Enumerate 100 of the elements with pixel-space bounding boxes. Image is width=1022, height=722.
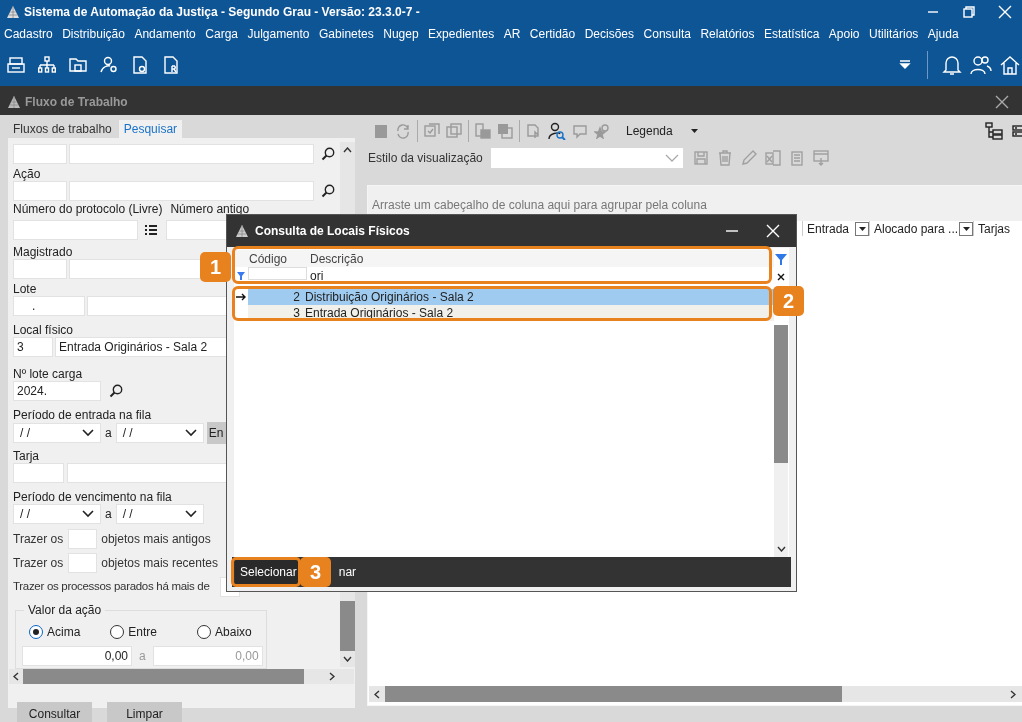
radio-option[interactable]: Abaixo: [197, 623, 252, 641]
date-dropdown[interactable]: / /: [13, 423, 101, 443]
input-field[interactable]: [13, 259, 67, 279]
date-dropdown[interactable]: / /: [115, 504, 204, 524]
menu-item[interactable]: Distribuição: [62, 25, 125, 43]
step-badge: 1: [200, 252, 231, 282]
dialog-button[interactable]: nar: [338, 563, 357, 581]
menu-item[interactable]: Carga: [205, 25, 238, 43]
column-header[interactable]: Descrição: [310, 249, 364, 268]
menu-item[interactable]: Certidão: [529, 25, 576, 43]
filter-field[interactable]: [248, 267, 307, 280]
field-label: Ação: [13, 167, 41, 181]
caret-icon[interactable]: [691, 129, 698, 133]
column-header[interactable]: Alocado para ...: [869, 221, 973, 236]
tab[interactable]: Pesquisar: [118, 120, 183, 138]
menu-item[interactable]: Cadastro: [4, 25, 53, 43]
search-icon[interactable]: [109, 384, 123, 398]
column-header[interactable]: Entrada: [802, 221, 869, 236]
document-icon[interactable]: [162, 56, 180, 74]
menu-item[interactable]: Estatística: [763, 25, 820, 43]
document-icon[interactable]: [131, 56, 149, 74]
form-button[interactable]: Consultar: [17, 702, 92, 722]
menu-item[interactable]: Consulta: [643, 25, 691, 43]
scrollbar-thumb[interactable]: [774, 325, 788, 463]
separator-label: a: [139, 648, 146, 665]
input-field[interactable]: .: [13, 296, 85, 316]
menu-item[interactable]: Utilitários: [869, 25, 919, 43]
menu-item[interactable]: AR: [503, 25, 521, 43]
star-person-icon[interactable]: [594, 123, 610, 139]
folder-icon[interactable]: [69, 56, 87, 74]
close-icon[interactable]: [995, 95, 1009, 109]
field-label: Tarja: [13, 449, 39, 463]
tab[interactable]: Fluxos de trabalho: [8, 120, 117, 138]
chevron-down-icon[interactable]: [82, 429, 94, 437]
field-label: Lote: [13, 282, 37, 296]
user-gear-icon[interactable]: [100, 56, 118, 74]
filter-field[interactable]: ori: [307, 267, 774, 285]
chevron-down-icon[interactable]: [184, 510, 197, 518]
radio-option[interactable]: Entre: [110, 623, 158, 641]
date-dropdown[interactable]: / /: [13, 504, 101, 524]
menu-item[interactable]: Julgamento: [247, 25, 310, 43]
maximize-icon[interactable]: [962, 5, 976, 19]
menu-item[interactable]: Expedientes: [428, 25, 495, 43]
user-search-icon[interactable]: [548, 122, 566, 140]
separator-label: a: [105, 425, 112, 442]
menu-item[interactable]: Gabinetes: [319, 25, 374, 43]
input-field[interactable]: [13, 181, 67, 201]
search-icon[interactable]: [321, 184, 335, 198]
list-icon[interactable]: [144, 224, 158, 236]
field-label: Trazer os: [13, 555, 64, 572]
input-field[interactable]: [69, 181, 314, 201]
form-button[interactable]: Limpar: [107, 702, 182, 722]
caret-icon[interactable]: [899, 60, 911, 70]
menu-item[interactable]: Nugep: [383, 25, 419, 43]
scrollbar-thumb[interactable]: [340, 601, 355, 651]
chevron-down-icon[interactable]: [82, 510, 94, 518]
chevron-down-icon[interactable]: [184, 429, 197, 437]
legend-dropdown[interactable]: Legenda: [626, 122, 698, 140]
clear-filter-icon[interactable]: [777, 273, 785, 281]
horizontal-scrollbar[interactable]: [369, 686, 1022, 702]
input-field[interactable]: [69, 144, 314, 164]
list-row[interactable]: 2 Distribuição Originários - Sala 2: [234, 289, 774, 305]
input-field[interactable]: [13, 463, 64, 483]
input-field[interactable]: [13, 144, 67, 164]
menu-item[interactable]: Decisões: [584, 25, 635, 43]
window-title: Sistema de Automação da Justiça - Segundo Grau - Versão: 23.3.0-7 -: [24, 4, 420, 21]
radio-option[interactable]: Acima: [29, 623, 81, 641]
scrollbar-thumb[interactable]: [385, 686, 842, 702]
input-field[interactable]: 2024.: [13, 381, 101, 401]
column-header[interactable]: Tarjas: [973, 221, 1022, 236]
input-field[interactable]: 0,00: [22, 646, 132, 666]
entrada-button[interactable]: En: [206, 422, 226, 444]
caret-icon[interactable]: [858, 226, 866, 231]
hierarchy-icon[interactable]: [38, 56, 56, 74]
date-dropdown[interactable]: / /: [115, 423, 204, 443]
menu-item[interactable]: Relatórios: [700, 25, 755, 43]
menu-item[interactable]: Ajuda: [927, 25, 959, 43]
filter-icon: [237, 272, 245, 280]
vertical-scrollbar[interactable]: [774, 325, 788, 557]
input-field[interactable]: [68, 529, 98, 549]
bell-icon[interactable]: [942, 54, 962, 76]
input-field[interactable]: [13, 220, 138, 240]
home-icon[interactable]: [1000, 55, 1020, 75]
field-label: objetos mais recentes: [101, 555, 218, 572]
horizontal-scrollbar[interactable]: [9, 669, 354, 684]
dialog-title: Consulta de Locais Físicos: [255, 223, 410, 240]
input-field[interactable]: 3: [13, 337, 53, 357]
tray-icon[interactable]: [7, 56, 25, 74]
search-icon[interactable]: [321, 147, 335, 161]
menu-item[interactable]: Apoio: [828, 25, 860, 43]
group-hint: Arraste um cabeçalho de coluna aqui para agrupar pela coluna: [372, 198, 707, 212]
scrollbar-thumb[interactable]: [23, 669, 304, 684]
logo-icon: [235, 224, 249, 238]
tree-icon[interactable]: [985, 122, 1003, 140]
column-header[interactable]: Código: [249, 249, 308, 268]
input-field[interactable]: [68, 553, 98, 573]
caret-icon[interactable]: [962, 226, 970, 231]
field-label: Estilo da visualização: [368, 150, 483, 167]
users-icon[interactable]: [970, 55, 992, 75]
menu-item[interactable]: Andamento: [134, 25, 196, 43]
